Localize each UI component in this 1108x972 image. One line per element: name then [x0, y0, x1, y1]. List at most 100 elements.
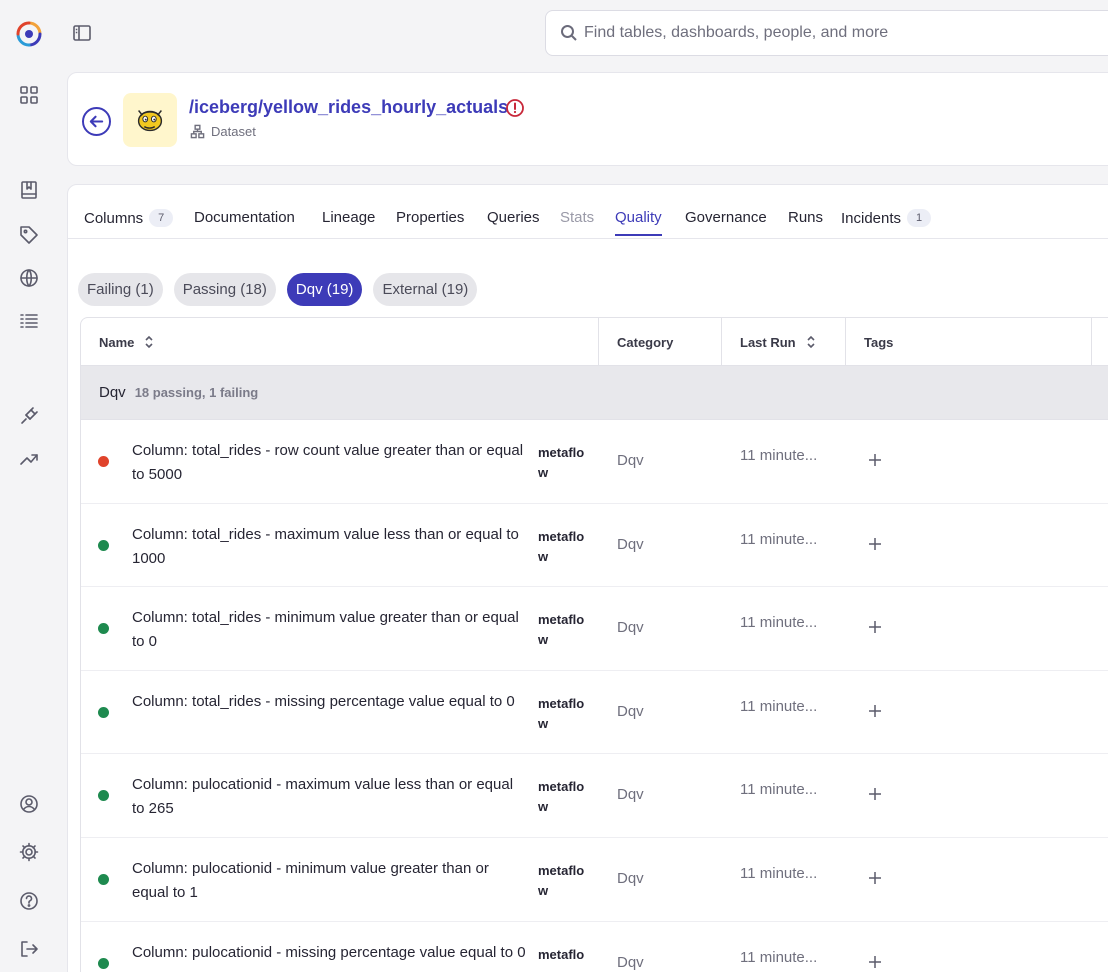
- tab-label: Governance: [685, 209, 767, 226]
- column-header-tags: Tags: [846, 318, 1092, 366]
- tab-runs[interactable]: Runs: [788, 209, 823, 234]
- filter-dqv[interactable]: Dqv (19): [286, 273, 363, 306]
- tab-properties[interactable]: Properties: [396, 209, 464, 234]
- add-tag-icon[interactable]: [867, 786, 883, 802]
- tab-label: Lineage: [322, 209, 376, 226]
- tab-documentation[interactable]: Documentation: [194, 209, 295, 234]
- assertion-name[interactable]: Column: pulocationid - maximum value les…: [132, 773, 528, 821]
- assertion-name[interactable]: Column: pulocationid - minimum value gre…: [132, 857, 528, 905]
- back-button[interactable]: [82, 107, 111, 136]
- tab-label: Properties: [396, 209, 465, 226]
- assertion-category: Dqv: [617, 452, 644, 469]
- assertion-source: metaflow: [538, 445, 585, 480]
- filter-failing[interactable]: Failing (1): [78, 273, 163, 306]
- assertion-name[interactable]: Column: total_rides - missing percentage…: [132, 690, 528, 714]
- column-header-label: Tags: [864, 334, 894, 350]
- book-icon[interactable]: [18, 179, 40, 201]
- passing-status-dot: [98, 790, 109, 802]
- tab-label: Runs: [788, 209, 824, 226]
- assertion-last-run: 11 minute...: [740, 447, 818, 464]
- tab-columns[interactable]: Columns 7: [84, 209, 174, 235]
- passing-status-dot: [98, 706, 109, 718]
- add-tag-icon[interactable]: [867, 536, 883, 552]
- hierarchy-icon: [190, 124, 205, 139]
- assertion-last-run: 11 minute...: [740, 614, 818, 632]
- assertion-source: metaflow: [538, 779, 585, 815]
- tab-label: Documentation: [194, 209, 295, 226]
- add-tag-icon[interactable]: [867, 619, 883, 635]
- assertion-source: metaflow: [538, 946, 585, 972]
- table-row[interactable]: Column: total_rides - minimum value grea…: [81, 587, 1108, 671]
- arrow-left-icon: [89, 115, 104, 128]
- table-row[interactable]: Column: pulocationid - minimum value gre…: [81, 838, 1108, 922]
- column-header-label: Last Run: [740, 334, 796, 350]
- tab-lineage[interactable]: Lineage: [322, 209, 375, 234]
- add-tag-icon[interactable]: [867, 870, 883, 886]
- trending-up-icon[interactable]: [18, 448, 40, 470]
- add-tag-icon[interactable]: [867, 452, 883, 468]
- table-row[interactable]: Column: pulocationid - missing percentag…: [81, 922, 1108, 972]
- assertion-name[interactable]: Column: total_rides - row count value gr…: [132, 439, 528, 487]
- column-header-last-run[interactable]: Last Run: [722, 318, 846, 366]
- tab-count-badge: 7: [149, 209, 174, 227]
- tab-stats[interactable]: Stats: [560, 209, 594, 234]
- passing-status-dot: [98, 957, 109, 969]
- filter-external[interactable]: External (19): [373, 273, 478, 306]
- tab-label: Queries: [487, 209, 540, 226]
- tab-incidents[interactable]: Incidents 1: [841, 209, 932, 235]
- tag-icon[interactable]: [18, 224, 40, 246]
- assertion-last-run: 11 minute...: [740, 530, 818, 548]
- plug-icon[interactable]: [18, 405, 40, 427]
- passing-status-dot: [98, 873, 109, 885]
- assertions-table: Name Category Last Run Tags Dqv 18 passi…: [80, 317, 1108, 972]
- tab-governance[interactable]: Governance: [685, 209, 767, 234]
- table-row[interactable]: Column: pulocationid - maximum value les…: [81, 754, 1108, 838]
- global-search[interactable]: [545, 10, 1108, 56]
- sort-icon: [807, 335, 815, 349]
- dataset-header: /iceberg/yellow_rides_hourly_actuals Dat…: [67, 72, 1108, 166]
- assertion-last-run: 11 minute...: [740, 864, 818, 882]
- tab-queries[interactable]: Queries: [487, 209, 540, 234]
- assertion-source: metaflow: [538, 695, 585, 731]
- user-profile-icon[interactable]: [18, 793, 40, 815]
- assertion-category: Dqv: [617, 702, 644, 720]
- group-header[interactable]: Dqv 18 passing, 1 failing: [81, 366, 1108, 420]
- assertion-source: metaflow: [538, 528, 585, 564]
- table-row[interactable]: Column: total_rides - missing percentage…: [81, 671, 1108, 755]
- column-header-label: Name: [99, 334, 135, 350]
- assertion-name[interactable]: Column: total_rides - minimum value grea…: [132, 606, 528, 654]
- app-logo-icon[interactable]: [15, 20, 43, 48]
- list-icon[interactable]: [18, 310, 40, 332]
- globe-icon[interactable]: [18, 267, 40, 289]
- add-tag-icon[interactable]: [867, 703, 883, 719]
- settings-gear-icon[interactable]: [18, 841, 40, 863]
- assertion-name[interactable]: Column: pulocationid - missing percentag…: [132, 941, 528, 965]
- column-header-label: Category: [617, 334, 674, 350]
- dataset-type: Dataset: [190, 124, 256, 139]
- table-row[interactable]: Column: total_rides - row count value gr…: [81, 420, 1108, 504]
- assertion-category: Dqv: [617, 619, 644, 637]
- help-icon[interactable]: [18, 890, 40, 912]
- alert-icon[interactable]: [505, 98, 525, 118]
- dataset-type-label: Dataset: [211, 124, 256, 139]
- filter-passing[interactable]: Passing (18): [173, 273, 276, 306]
- group-summary: 18 passing, 1 failing: [134, 385, 259, 400]
- table-row[interactable]: Column: total_rides - maximum value less…: [81, 504, 1108, 588]
- tab-label: Stats: [560, 209, 595, 226]
- assertion-last-run: 11 minute...: [740, 697, 818, 715]
- sidebar-toggle-icon[interactable]: [71, 22, 93, 44]
- column-header-name[interactable]: Name: [81, 318, 599, 366]
- assertion-category: Dqv: [617, 535, 644, 553]
- tab-quality[interactable]: Quality: [615, 209, 662, 236]
- assertion-source: metaflow: [538, 612, 585, 648]
- logout-icon[interactable]: [18, 938, 40, 960]
- assertion-name[interactable]: Column: total_rides - maximum value less…: [132, 523, 528, 571]
- assertion-last-run: 11 minute...: [740, 948, 818, 966]
- dashboard-grid-icon[interactable]: [18, 84, 40, 106]
- assertion-last-run: 11 minute...: [740, 781, 818, 799]
- group-name: Dqv: [99, 384, 126, 401]
- dataset-content: Columns 7 Documentation Lineage Properti…: [67, 184, 1108, 972]
- add-tag-icon[interactable]: [867, 954, 883, 970]
- tab-label: Quality: [615, 209, 662, 226]
- search-input[interactable]: [584, 24, 1084, 42]
